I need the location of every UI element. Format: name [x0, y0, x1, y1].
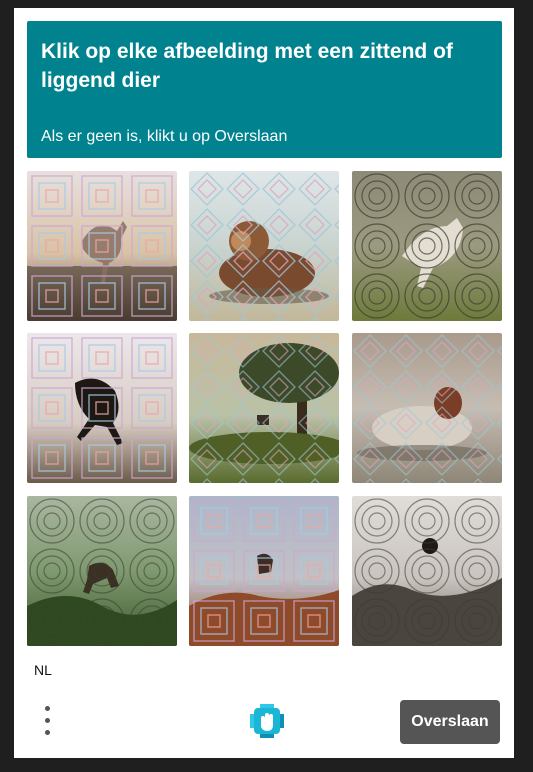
hcaptcha-logo-icon[interactable] — [248, 702, 286, 740]
tile-1-image — [27, 171, 177, 321]
challenge-header: Klik op elke afbeelding met een zittend … — [27, 21, 502, 158]
image-grid — [27, 171, 502, 646]
image-tile-8[interactable] — [189, 496, 339, 646]
tile-6-image — [352, 333, 502, 483]
tile-7-image — [27, 496, 177, 646]
tile-5-image — [189, 333, 339, 483]
menu-dot — [45, 730, 50, 735]
captcha-frame: Klik op elke afbeelding met een zittend … — [14, 8, 514, 758]
image-tile-5[interactable] — [189, 333, 339, 483]
menu-dot — [45, 706, 50, 711]
language-selector[interactable]: NL — [34, 662, 52, 678]
tile-2-image — [189, 171, 339, 321]
image-tile-7[interactable] — [27, 496, 177, 646]
image-tile-6[interactable] — [352, 333, 502, 483]
image-tile-2[interactable] — [189, 171, 339, 321]
menu-dot — [45, 718, 50, 723]
tile-3-image — [352, 171, 502, 321]
image-tile-1[interactable] — [27, 171, 177, 321]
tile-4-image — [27, 333, 177, 483]
kebab-menu-icon[interactable] — [40, 704, 56, 738]
image-tile-3[interactable] — [352, 171, 502, 321]
image-tile-4[interactable] — [27, 333, 177, 483]
image-tile-9[interactable] — [352, 496, 502, 646]
challenge-hint: Als er geen is, klikt u op Overslaan — [41, 128, 288, 145]
tile-8-image — [189, 496, 339, 646]
tile-9-image — [352, 496, 502, 646]
skip-button[interactable]: Overslaan — [400, 700, 500, 744]
challenge-prompt: Klik op elke afbeelding met een zittend … — [41, 40, 453, 92]
